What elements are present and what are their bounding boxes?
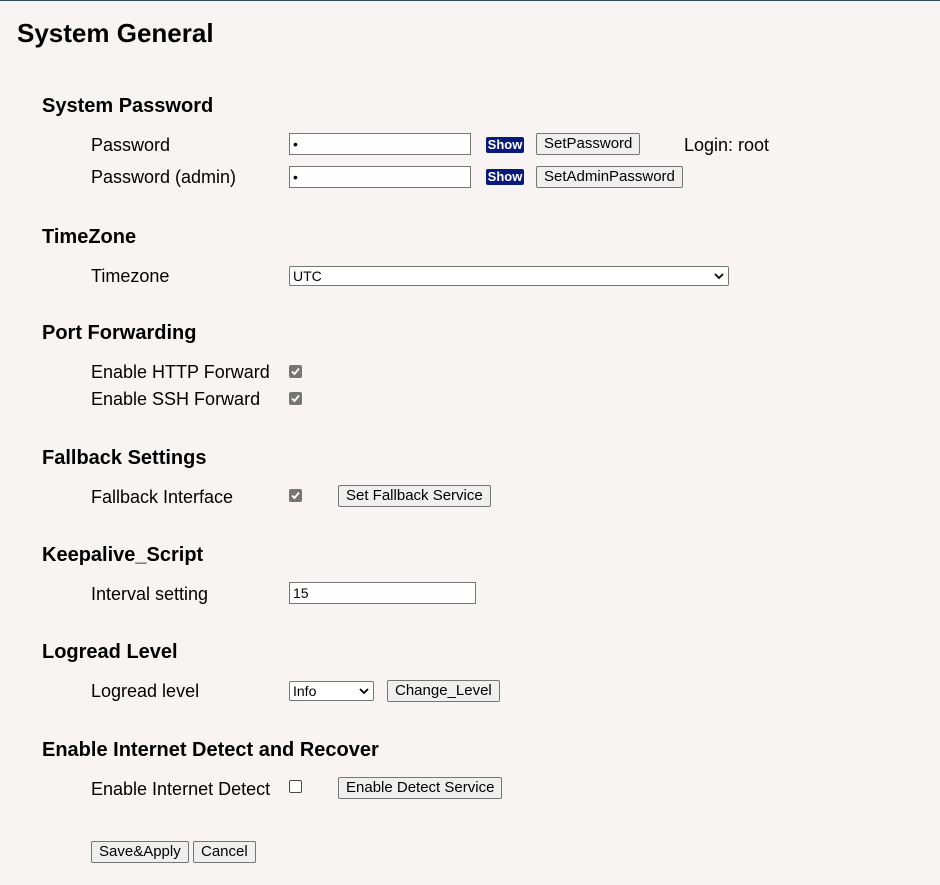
page-title: System General: [17, 18, 214, 48]
internet-detect-label: Enable Internet Detect: [91, 779, 271, 799]
interval-setting-label: Interval setting: [91, 584, 209, 604]
timezone-select[interactable]: UTC: [289, 266, 729, 286]
show-password-button[interactable]: Show: [486, 137, 524, 153]
admin-password-input[interactable]: •: [289, 166, 471, 188]
section-title-logread: Logread Level: [42, 641, 178, 663]
show-admin-password-button[interactable]: Show: [486, 169, 524, 185]
change-level-button[interactable]: Change_Level: [387, 680, 500, 702]
internet-detect-checkbox[interactable]: [289, 780, 302, 793]
ssh-forward-label: Enable SSH Forward: [91, 389, 261, 409]
http-forward-label: Enable HTTP Forward: [91, 362, 270, 382]
section-title-keepalive: Keepalive_Script: [42, 544, 204, 566]
login-info: Login: root: [684, 135, 770, 155]
chevron-down-icon: [714, 273, 724, 280]
section-title-timezone: TimeZone: [42, 226, 137, 248]
checkmark-icon: [291, 491, 300, 500]
checkmark-icon: [291, 394, 300, 403]
set-admin-password-button[interactable]: SetAdminPassword: [536, 166, 683, 188]
set-password-button[interactable]: SetPassword: [536, 133, 641, 155]
fallback-interface-label: Fallback Interface: [91, 487, 234, 507]
logread-selected-value: Info: [293, 683, 317, 699]
timezone-selected-value: UTC: [293, 268, 322, 284]
admin-password-label: Password (admin): [91, 167, 237, 187]
logread-level-label: Logread level: [91, 681, 200, 701]
logread-level-select[interactable]: Info: [289, 681, 374, 701]
fallback-interface-checkbox[interactable]: [289, 489, 302, 502]
interval-setting-input[interactable]: 15: [289, 582, 476, 604]
save-apply-button[interactable]: Save&Apply: [91, 841, 189, 863]
section-title-fallback: Fallback Settings: [42, 447, 207, 469]
enable-detect-service-button[interactable]: Enable Detect Service: [338, 777, 503, 799]
section-title-internet-detect: Enable Internet Detect and Recover: [42, 739, 379, 761]
password-input[interactable]: •: [289, 133, 471, 155]
cancel-button[interactable]: Cancel: [193, 841, 256, 863]
section-title-system-password: System Password: [42, 95, 214, 117]
password-label: Password: [91, 135, 171, 155]
chevron-down-icon: [359, 688, 369, 695]
set-fallback-service-button[interactable]: Set Fallback Service: [338, 485, 491, 507]
ssh-forward-checkbox[interactable]: [289, 392, 302, 405]
checkmark-icon: [291, 367, 300, 376]
timezone-label: Timezone: [91, 266, 170, 286]
section-title-port-forwarding: Port Forwarding: [42, 322, 197, 344]
http-forward-checkbox[interactable]: [289, 365, 302, 378]
